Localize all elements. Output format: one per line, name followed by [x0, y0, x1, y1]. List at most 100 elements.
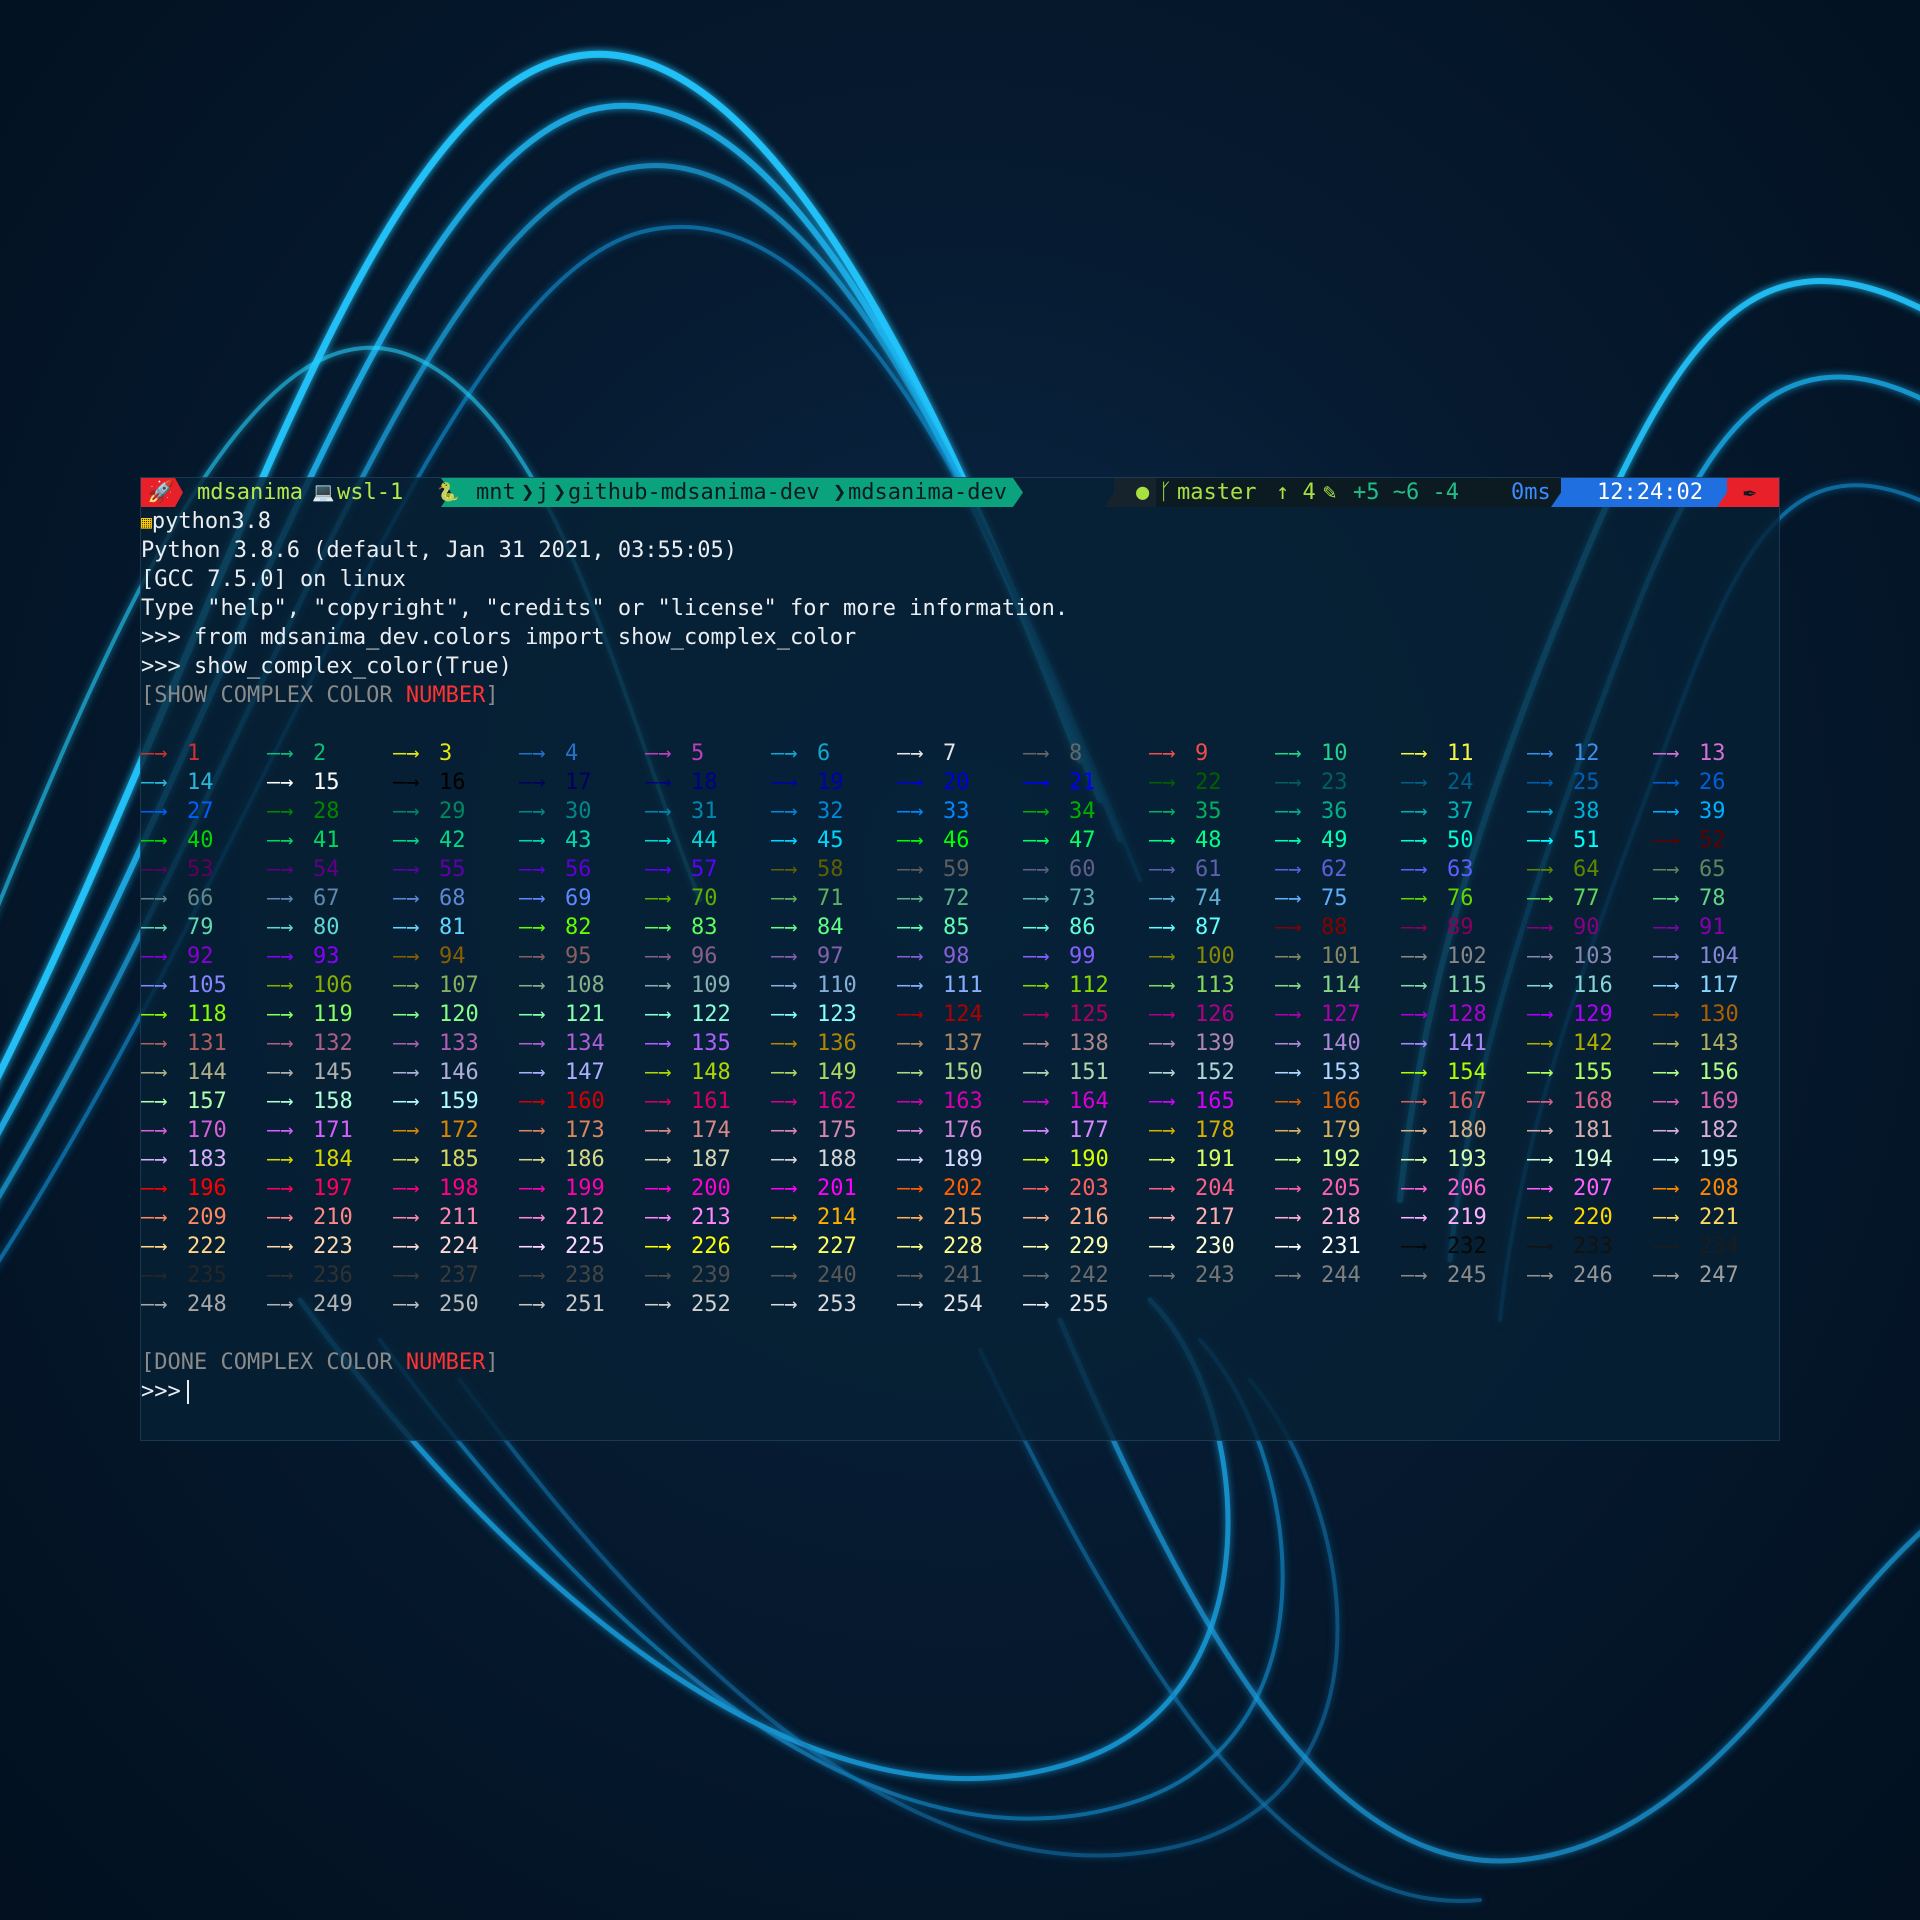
arrow-icon: —→ — [771, 1118, 798, 1143]
color-entry: —→ 78 — [1653, 884, 1726, 913]
arrow-icon: —→ — [393, 1118, 420, 1143]
command-text: from mdsanima_dev.colors import show_com… — [193, 625, 857, 650]
arrow-icon: —→ — [141, 1089, 168, 1114]
arrow-icon: —→ — [393, 1147, 420, 1172]
pen-icon: ✒ — [1743, 480, 1757, 505]
arrow-icon: —→ — [897, 741, 924, 766]
color-entry: —→ 141 — [1401, 1029, 1487, 1058]
color-entry: —→ 27 — [141, 797, 214, 826]
arrow-icon: —→ — [141, 770, 168, 795]
arrow-icon: —→ — [771, 799, 798, 824]
color-entry: —→ 53 — [141, 855, 214, 884]
arrow-icon: —→ — [1023, 886, 1050, 911]
color-number: 157 — [187, 1089, 227, 1114]
arrow-icon: —→ — [645, 741, 672, 766]
color-entry: —→ 209 — [141, 1203, 227, 1232]
arrow-icon: —→ — [897, 1263, 924, 1288]
color-entry: —→ 9 — [1149, 739, 1208, 768]
color-entry: —→ 24 — [1401, 768, 1474, 797]
arrow-icon: —→ — [393, 973, 420, 998]
arrow-icon: —→ — [897, 1060, 924, 1085]
color-number: 86 — [1069, 915, 1096, 940]
arrow-icon: —→ — [519, 944, 546, 969]
arrow-icon: —→ — [1149, 944, 1176, 969]
arrow-icon: —→ — [1275, 886, 1302, 911]
color-number: 158 — [313, 1089, 353, 1114]
arrow-icon: —→ — [897, 1118, 924, 1143]
color-entry: —→ 242 — [1023, 1261, 1109, 1290]
color-number: 1 — [187, 741, 201, 766]
banner-line: Python 3.8.6 (default, Jan 31 2021, 03:5… — [141, 538, 738, 563]
color-entry: —→ 87 — [1149, 913, 1222, 942]
color-number: 58 — [817, 857, 844, 882]
color-entry: —→ 229 — [1023, 1232, 1109, 1261]
color-number: 77 — [1573, 886, 1600, 911]
color-number: 102 — [1447, 944, 1487, 969]
color-number: 223 — [313, 1234, 353, 1259]
color-entry: —→ 23 — [1275, 768, 1348, 797]
arrow-icon: —→ — [1401, 973, 1428, 998]
color-entry: —→ 90 — [1527, 913, 1600, 942]
arrow-icon: —→ — [1023, 944, 1050, 969]
repl-input-line[interactable]: >>> — [141, 1377, 189, 1406]
color-number: 74 — [1195, 886, 1222, 911]
color-number: 189 — [943, 1147, 983, 1172]
color-entry: —→ 112 — [1023, 971, 1109, 1000]
color-number: 166 — [1321, 1089, 1361, 1114]
arrow-icon: —→ — [267, 1292, 294, 1317]
arrow-icon: —→ — [645, 1176, 672, 1201]
color-number: 159 — [439, 1089, 479, 1114]
color-entry: —→ 202 — [897, 1174, 983, 1203]
arrow-icon: —→ — [393, 1234, 420, 1259]
arrow-icon: —→ — [393, 1060, 420, 1085]
color-number: 61 — [1195, 857, 1222, 882]
color-entry: —→ 239 — [645, 1261, 731, 1290]
color-number: 10 — [1321, 741, 1348, 766]
color-entry: —→ 208 — [1653, 1174, 1739, 1203]
color-entry: —→ 109 — [645, 971, 731, 1000]
color-entry: —→ 5 — [645, 739, 704, 768]
color-entry: —→ 54 — [267, 855, 340, 884]
arrow-icon: —→ — [897, 973, 924, 998]
color-entry: —→ 73 — [1023, 884, 1096, 913]
color-entry: —→ 85 — [897, 913, 970, 942]
arrow-icon: —→ — [1149, 1031, 1176, 1056]
arrow-icon: —→ — [519, 770, 546, 795]
color-entry: —→ 61 — [1149, 855, 1222, 884]
arrow-icon: —→ — [267, 828, 294, 853]
arrow-icon: —→ — [1149, 770, 1176, 795]
arrow-icon: —→ — [1023, 741, 1050, 766]
done-header: [DONE COMPLEX COLOR NUMBER] — [141, 1350, 499, 1375]
color-entry: —→ 48 — [1149, 826, 1222, 855]
arrow-icon: —→ — [1653, 1263, 1680, 1288]
arrow-icon: —→ — [771, 857, 798, 882]
arrow-icon: —→ — [645, 886, 672, 911]
color-number: 186 — [565, 1147, 605, 1172]
color-entry: —→ 148 — [645, 1058, 731, 1087]
arrow-icon: —→ — [141, 828, 168, 853]
arrow-icon: —→ — [1149, 1176, 1176, 1201]
arrow-icon: —→ — [1527, 857, 1554, 882]
arrow-icon: —→ — [771, 1205, 798, 1230]
terminal-window[interactable]: 🚀 mdsanima 💻 wsl-1 🐍 mnt ❯ j ❯ github-md… — [140, 477, 1780, 1441]
arrow-icon: —→ — [645, 1234, 672, 1259]
arrow-icon: —→ — [771, 1060, 798, 1085]
color-entry: —→ 200 — [645, 1174, 731, 1203]
color-entry: —→ 128 — [1401, 1000, 1487, 1029]
color-entry: —→ 183 — [141, 1145, 227, 1174]
color-entry: —→ 252 — [645, 1290, 731, 1319]
color-number: 6 — [817, 741, 831, 766]
arrow-icon: —→ — [393, 1263, 420, 1288]
color-number: 218 — [1321, 1205, 1361, 1230]
color-number: 78 — [1699, 886, 1726, 911]
color-entry: —→ 8 — [1023, 739, 1082, 768]
color-number: 103 — [1573, 944, 1613, 969]
arrow-icon: —→ — [393, 1205, 420, 1230]
color-number: 177 — [1069, 1118, 1109, 1143]
color-entry: —→ 66 — [141, 884, 214, 913]
color-number: 104 — [1699, 944, 1739, 969]
color-entry: —→ 169 — [1653, 1087, 1739, 1116]
color-number: 40 — [187, 828, 214, 853]
arrow-icon: —→ — [1527, 1089, 1554, 1114]
color-entry: —→ 86 — [1023, 913, 1096, 942]
